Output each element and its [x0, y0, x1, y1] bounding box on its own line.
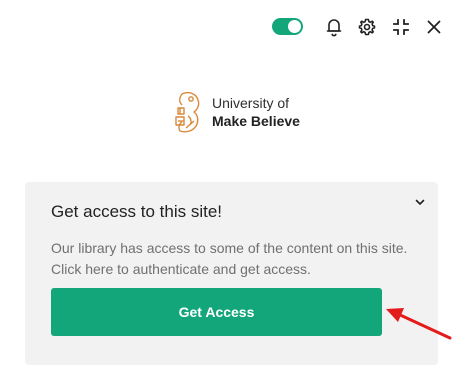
card-description: Our library has access to some of the co… [51, 240, 408, 277]
university-logo: University of Make Believe [170, 88, 300, 138]
bell-icon[interactable] [322, 14, 346, 40]
gear-icon[interactable] [355, 14, 379, 40]
get-access-button[interactable]: Get Access [51, 288, 382, 336]
logo-text: University of Make Believe [212, 94, 300, 130]
minimize-icon[interactable] [389, 14, 413, 40]
logo-line2: Make Believe [212, 113, 300, 129]
red-arrow-annotation [386, 308, 452, 340]
logo-line1: University of [212, 95, 290, 111]
close-icon[interactable] [422, 14, 446, 40]
toggle-switch[interactable] [272, 18, 303, 35]
access-card: Get access to this site! Our library has… [25, 182, 438, 365]
chevron-down-icon[interactable] [412, 194, 428, 210]
toggle-knob [288, 20, 301, 33]
university-crest-icon [175, 91, 200, 133]
card-title: Get access to this site! [51, 202, 223, 221]
